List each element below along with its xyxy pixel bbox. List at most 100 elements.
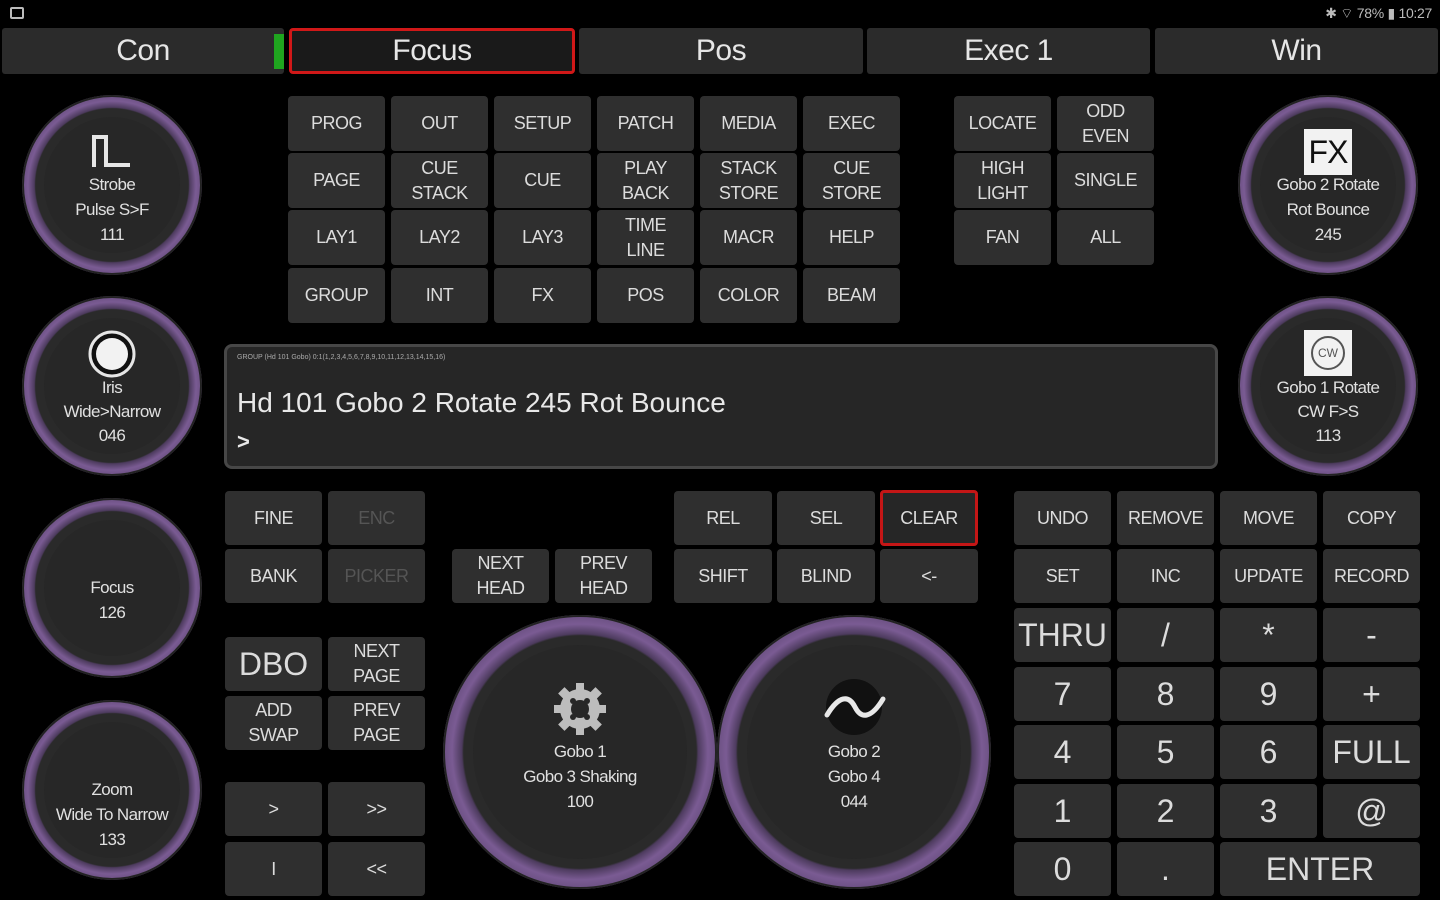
locate-button[interactable]: LOCATE xyxy=(954,96,1051,151)
cue-store-button[interactable]: CUE STORE xyxy=(803,153,900,208)
tab-focus[interactable]: Focus xyxy=(289,28,575,74)
gobo-rotate-fx-encoder[interactable]: FX Gobo 2 Rotate Rot Bounce 245 xyxy=(1238,95,1418,275)
next-head-button[interactable]: NEXT HEAD xyxy=(452,549,549,603)
fine-button[interactable]: FINE xyxy=(225,491,322,545)
color-button[interactable]: COLOR xyxy=(700,268,797,323)
dot-key[interactable]: . xyxy=(1117,842,1214,896)
fx-button[interactable]: FX xyxy=(494,268,591,323)
cue-button[interactable]: CUE xyxy=(494,153,591,208)
slash-key[interactable]: / xyxy=(1117,608,1214,662)
command-line[interactable]: GROUP (Hd 101 Gobo) 0:1(1,2,3,4,5,6,7,8,… xyxy=(224,344,1218,469)
strobe-encoder-mode: Pulse S>F xyxy=(75,200,149,219)
tab-con[interactable]: Con xyxy=(2,28,284,74)
iris-encoder[interactable]: Iris Wide>Narrow 046 xyxy=(22,296,202,476)
beam-button[interactable]: BEAM xyxy=(803,268,900,323)
gobo-2-encoder-mode: Gobo 4 xyxy=(827,767,881,786)
key-4[interactable]: 4 xyxy=(1014,725,1111,779)
pos-button[interactable]: POS xyxy=(597,268,694,323)
copy-button[interactable]: COPY xyxy=(1323,491,1420,545)
single-button[interactable]: SINGLE xyxy=(1057,153,1154,208)
highlight-button[interactable]: HIGH LIGHT xyxy=(954,153,1051,208)
key-6[interactable]: 6 xyxy=(1220,725,1317,779)
remove-button[interactable]: REMOVE xyxy=(1117,491,1214,545)
bank-button[interactable]: BANK xyxy=(225,549,322,603)
focus-encoder[interactable]: Focus 126 xyxy=(22,498,202,678)
focus-encoder-label: Focus xyxy=(90,578,134,597)
update-button[interactable]: UPDATE xyxy=(1220,549,1317,603)
int-button[interactable]: INT xyxy=(391,268,488,323)
move-button[interactable]: MOVE xyxy=(1220,491,1317,545)
zoom-encoder-label: Zoom xyxy=(91,780,133,799)
star-key[interactable]: * xyxy=(1220,608,1317,662)
gobo-1-rotate-encoder[interactable]: CW Gobo 1 Rotate CW F>S 113 xyxy=(1238,296,1418,476)
prev-page-button[interactable]: PREV PAGE xyxy=(328,696,425,750)
inc-button[interactable]: INC xyxy=(1117,549,1214,603)
key-7[interactable]: 7 xyxy=(1014,667,1111,721)
minus-key[interactable]: - xyxy=(1323,608,1420,662)
add-swap-button[interactable]: ADD SWAP xyxy=(225,696,322,750)
setup-button[interactable]: SETUP xyxy=(494,96,591,151)
plus-key[interactable]: + xyxy=(1323,667,1420,721)
key-8[interactable]: 8 xyxy=(1117,667,1214,721)
tab-pos[interactable]: Pos xyxy=(579,28,863,74)
out-button[interactable]: OUT xyxy=(391,96,488,151)
gobo-1-encoder-value: 100 xyxy=(566,792,594,811)
zoom-encoder[interactable]: Zoom Wide To Narrow 133 xyxy=(22,700,202,880)
patch-button[interactable]: PATCH xyxy=(597,96,694,151)
dbo-button[interactable]: DBO xyxy=(225,637,322,691)
backspace-button[interactable]: <- xyxy=(880,549,978,603)
cue-stack-button[interactable]: CUE STACK xyxy=(391,153,488,208)
lay2-button[interactable]: LAY2 xyxy=(391,210,488,265)
exec-button[interactable]: EXEC xyxy=(803,96,900,151)
full-key[interactable]: FULL xyxy=(1323,725,1420,779)
sel-button[interactable]: SEL xyxy=(777,491,875,545)
gobo-1-encoder[interactable]: Gobo 1 Gobo 3 Shaking 100 xyxy=(443,615,717,889)
next-page-button[interactable]: NEXT PAGE xyxy=(328,637,425,691)
key-1[interactable]: 1 xyxy=(1014,784,1111,838)
fan-button[interactable]: FAN xyxy=(954,210,1051,265)
media-button[interactable]: MEDIA xyxy=(700,96,797,151)
blind-button[interactable]: BLIND xyxy=(777,549,875,603)
strobe-encoder[interactable]: Strobe Pulse S>F 111 xyxy=(22,95,202,275)
all-button[interactable]: ALL xyxy=(1057,210,1154,265)
lay1-button[interactable]: LAY1 xyxy=(288,210,385,265)
pause-button[interactable]: I xyxy=(225,842,322,896)
stack-store-button[interactable]: STACK STORE xyxy=(700,153,797,208)
prev-head-button[interactable]: PREV HEAD xyxy=(555,549,652,603)
undo-button[interactable]: UNDO xyxy=(1014,491,1111,545)
enter-key[interactable]: ENTER xyxy=(1220,842,1420,896)
key-3[interactable]: 3 xyxy=(1220,784,1317,838)
picker-button[interactable]: PICKER xyxy=(328,549,425,603)
shift-button[interactable]: SHIFT xyxy=(674,549,772,603)
thru-key[interactable]: THRU xyxy=(1014,608,1111,662)
record-button[interactable]: RECORD xyxy=(1323,549,1420,603)
help-button[interactable]: HELP xyxy=(803,210,900,265)
strobe-pulse-icon xyxy=(92,135,130,167)
odd-even-button[interactable]: ODD EVEN xyxy=(1057,96,1154,151)
play-button[interactable]: > xyxy=(225,782,322,836)
rel-button[interactable]: REL xyxy=(674,491,772,545)
page-button[interactable]: PAGE xyxy=(288,153,385,208)
tab-win[interactable]: Win xyxy=(1155,28,1438,74)
tab-active-indicator xyxy=(274,34,284,69)
gobo-2-encoder[interactable]: Gobo 2 Gobo 4 044 xyxy=(717,615,991,889)
key-9[interactable]: 9 xyxy=(1220,667,1317,721)
gobo-1-rotate-value: 113 xyxy=(1315,426,1341,445)
rewind-button[interactable]: << xyxy=(328,842,425,896)
macro-button[interactable]: MACR xyxy=(700,210,797,265)
key-5[interactable]: 5 xyxy=(1117,725,1214,779)
timeline-button[interactable]: TIME LINE xyxy=(597,210,694,265)
lay3-button[interactable]: LAY3 xyxy=(494,210,591,265)
clear-button[interactable]: CLEAR xyxy=(880,490,978,546)
at-key[interactable]: @ xyxy=(1323,784,1420,838)
set-button[interactable]: SET xyxy=(1014,549,1111,603)
fast-forward-button[interactable]: >> xyxy=(328,782,425,836)
enc-button[interactable]: ENC xyxy=(328,491,425,545)
command-text: Hd 101 Gobo 2 Rotate 245 Rot Bounce xyxy=(237,387,726,418)
playback-button[interactable]: PLAY BACK xyxy=(597,153,694,208)
key-2[interactable]: 2 xyxy=(1117,784,1214,838)
tab-exec-1[interactable]: Exec 1 xyxy=(867,28,1150,74)
group-button[interactable]: GROUP xyxy=(288,268,385,323)
key-0[interactable]: 0 xyxy=(1014,842,1111,896)
prog-button[interactable]: PROG xyxy=(288,96,385,151)
